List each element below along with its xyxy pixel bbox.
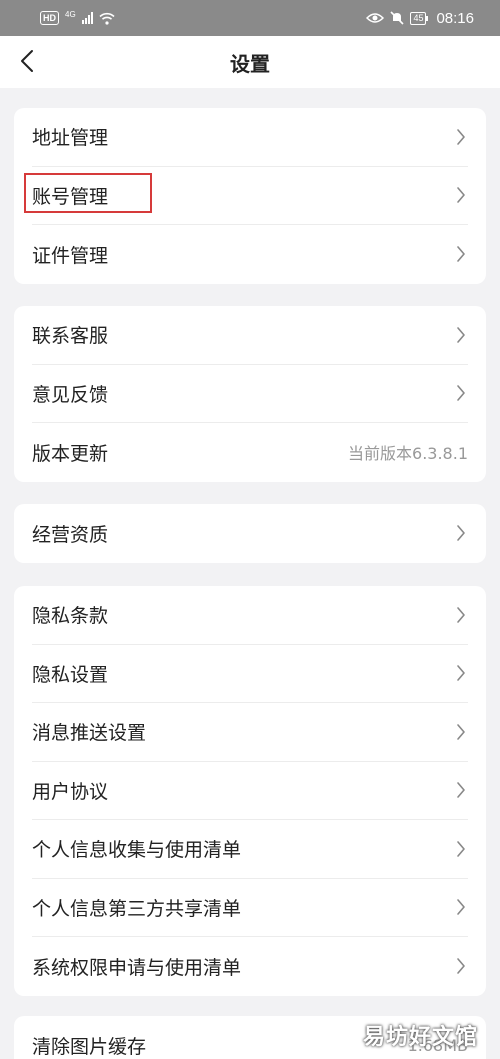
nav-bar: 设置 xyxy=(0,36,500,88)
chevron-right-icon xyxy=(454,605,468,625)
version-value: 当前版本6.3.8.1 xyxy=(348,444,468,464)
row-label: 用户协议 xyxy=(32,780,109,803)
chevron-left-icon xyxy=(21,50,33,72)
signal-icon xyxy=(81,12,93,24)
settings-row-account[interactable]: 账号管理 xyxy=(24,167,468,225)
settings-section-privacy: 隐私条款 隐私设置 消息推送设置 用户协议 个人信息收集与使用清单 个人信息第三… xyxy=(14,586,486,996)
row-label: 意见反馈 xyxy=(32,383,109,406)
status-bar-right: 45 08:16 xyxy=(366,10,474,27)
settings-section-qualification: 经营资质 xyxy=(14,504,486,563)
wifi-icon xyxy=(99,12,115,25)
settings-row-qualification[interactable]: 经营资质 xyxy=(32,504,468,563)
row-label: 账号管理 xyxy=(32,185,109,208)
row-label: 地址管理 xyxy=(32,127,109,150)
settings-row-privacy-terms[interactable]: 隐私条款 xyxy=(32,586,468,645)
settings-row-privacy-settings[interactable]: 隐私设置 xyxy=(32,645,468,703)
battery-icon: 45 xyxy=(410,11,429,25)
status-bar: HD 4G 45 08:16 xyxy=(0,0,500,36)
settings-row-personal-info-collection[interactable]: 个人信息收集与使用清单 xyxy=(32,820,468,879)
row-label: 证件管理 xyxy=(32,244,109,267)
back-button[interactable] xyxy=(12,46,42,76)
chevron-right-icon xyxy=(454,244,468,264)
settings-row-documents[interactable]: 证件管理 xyxy=(32,225,468,284)
chevron-right-icon xyxy=(454,523,468,543)
settings-section-account: 地址管理 账号管理 证件管理 xyxy=(14,108,486,284)
row-label: 个人信息第三方共享清单 xyxy=(32,897,242,920)
page-title: 设置 xyxy=(230,51,270,76)
network-type: 4G xyxy=(65,10,76,19)
settings-row-address[interactable]: 地址管理 xyxy=(32,108,468,167)
chevron-right-icon xyxy=(454,663,468,683)
settings-row-system-permissions[interactable]: 系统权限申请与使用清单 xyxy=(32,937,468,996)
settings-section-support: 联系客服 意见反馈 版本更新 当前版本6.3.8.1 xyxy=(14,306,486,482)
mute-bell-icon xyxy=(390,11,405,25)
settings-row-feedback[interactable]: 意见反馈 xyxy=(32,365,468,423)
clock: 08:16 xyxy=(436,9,474,27)
watermark: 易坊好文馆 xyxy=(362,1025,478,1050)
chevron-right-icon xyxy=(454,185,468,205)
chevron-right-icon xyxy=(454,897,468,917)
chevron-right-icon xyxy=(454,780,468,800)
chevron-right-icon xyxy=(454,383,468,403)
row-label: 联系客服 xyxy=(32,325,109,348)
settings-row-user-agreement[interactable]: 用户协议 xyxy=(32,762,468,820)
chevron-right-icon xyxy=(454,956,468,976)
chevron-right-icon xyxy=(454,325,468,345)
row-label: 消息推送设置 xyxy=(32,722,147,745)
row-label: 个人信息收集与使用清单 xyxy=(32,839,242,862)
row-label: 清除图片缓存 xyxy=(32,1035,147,1058)
settings-row-customer-service[interactable]: 联系客服 xyxy=(32,306,468,365)
chevron-right-icon xyxy=(454,127,468,147)
row-label: 隐私条款 xyxy=(32,605,109,628)
row-label: 版本更新 xyxy=(32,442,109,465)
row-label: 系统权限申请与使用清单 xyxy=(32,956,242,979)
status-bar-left: HD 4G xyxy=(40,11,115,25)
hd-icon: HD xyxy=(40,11,59,25)
settings-row-version[interactable]: 版本更新 当前版本6.3.8.1 xyxy=(32,423,468,482)
settings-row-push-notifications[interactable]: 消息推送设置 xyxy=(32,703,468,762)
chevron-right-icon xyxy=(454,839,468,859)
settings-row-third-party-sharing[interactable]: 个人信息第三方共享清单 xyxy=(32,879,468,937)
chevron-right-icon xyxy=(454,722,468,742)
eye-icon xyxy=(366,13,385,23)
row-label: 经营资质 xyxy=(32,523,109,546)
row-label: 隐私设置 xyxy=(32,663,109,686)
